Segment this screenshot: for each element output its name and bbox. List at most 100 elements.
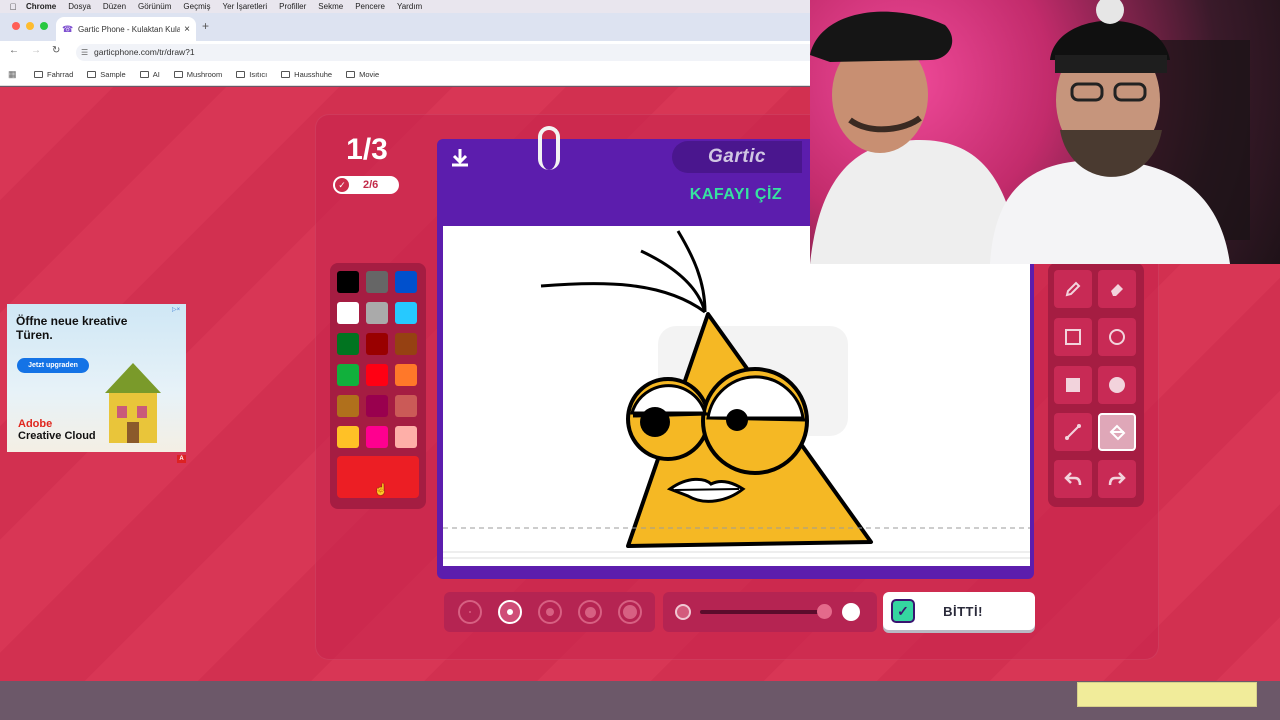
paint-bucket-icon bbox=[1109, 424, 1126, 441]
apple-icon[interactable]:  bbox=[0, 2, 26, 12]
ad-headline: Öffne neue kreative Türen. bbox=[16, 314, 128, 342]
fill-tool-button[interactable] bbox=[1098, 413, 1136, 451]
color-swatch[interactable] bbox=[337, 395, 359, 417]
new-tab-button[interactable]: + bbox=[202, 19, 209, 33]
bookmark-folder[interactable]: Hausshuhe bbox=[281, 70, 332, 79]
window-controls bbox=[12, 22, 48, 30]
apps-grid-icon[interactable]: ▦ bbox=[8, 69, 18, 80]
players-done-count: 2/6 bbox=[363, 179, 379, 191]
color-swatch[interactable] bbox=[337, 364, 359, 386]
menu-app-name[interactable]: Chrome bbox=[26, 2, 56, 11]
color-swatch[interactable] bbox=[366, 395, 388, 417]
pencil-tool-button[interactable] bbox=[1054, 270, 1092, 308]
players-done-badge: ✓ 2/6 bbox=[333, 176, 399, 194]
brush-size-option[interactable] bbox=[498, 600, 522, 624]
bookmark-label: Isıtıcı bbox=[249, 70, 268, 79]
opacity-slider-handle[interactable] bbox=[817, 604, 832, 619]
color-swatch[interactable] bbox=[395, 271, 417, 293]
color-swatch[interactable] bbox=[366, 426, 388, 448]
folder-icon bbox=[87, 71, 97, 78]
close-window-button[interactable] bbox=[12, 22, 20, 30]
menu-tab[interactable]: Sekme bbox=[318, 2, 343, 11]
bookmark-folder[interactable]: Sample bbox=[87, 70, 126, 79]
brush-size-option[interactable] bbox=[578, 600, 602, 624]
rectangle-outline-tool-button[interactable] bbox=[1054, 318, 1092, 356]
color-swatch[interactable] bbox=[395, 364, 417, 386]
redo-button[interactable] bbox=[1098, 460, 1136, 498]
line-icon bbox=[1065, 424, 1081, 440]
folder-icon bbox=[34, 71, 43, 78]
done-button[interactable]: ✓ BİTTİ! bbox=[883, 592, 1035, 630]
rectangle-filled-icon bbox=[1066, 378, 1080, 392]
done-button-label: BİTTİ! bbox=[943, 603, 983, 619]
opacity-min-icon bbox=[675, 604, 691, 620]
ad-badge: A bbox=[177, 455, 186, 463]
color-swatch[interactable] bbox=[366, 333, 388, 355]
circle-filled-icon bbox=[1109, 377, 1125, 393]
ad-brand: Adobe Creative Cloud bbox=[18, 418, 96, 442]
color-swatch[interactable] bbox=[366, 302, 388, 324]
menu-file[interactable]: Dosya bbox=[68, 2, 91, 11]
eraser-tool-button[interactable] bbox=[1098, 270, 1136, 308]
opacity-slider-track[interactable] bbox=[700, 610, 828, 614]
color-swatch[interactable] bbox=[337, 271, 359, 293]
gartic-logo: Gartic bbox=[672, 141, 802, 173]
advertisement[interactable]: ▷× Öffne neue kreative Türen. Jetzt upgr… bbox=[7, 304, 186, 452]
browser-tab-active[interactable]: ☎ Gartic Phone - Kulaktan Kula × bbox=[56, 17, 196, 41]
checkmark-icon: ✓ bbox=[335, 178, 349, 192]
color-swatch[interactable] bbox=[395, 395, 417, 417]
color-swatch[interactable] bbox=[395, 333, 417, 355]
gartic-favicon-icon: ☎ bbox=[62, 24, 74, 34]
menu-history[interactable]: Geçmiş bbox=[183, 2, 210, 11]
brush-size-option[interactable] bbox=[538, 600, 562, 624]
menu-bookmarks[interactable]: Yer İşaretleri bbox=[223, 2, 268, 11]
menu-help[interactable]: Yardım bbox=[397, 2, 422, 11]
site-info-icon[interactable]: ☰ bbox=[81, 44, 88, 61]
menu-window[interactable]: Pencere bbox=[355, 2, 385, 11]
ellipse-filled-tool-button[interactable] bbox=[1098, 366, 1136, 404]
color-swatch[interactable] bbox=[337, 426, 359, 448]
forward-icon[interactable]: → bbox=[31, 45, 41, 56]
bookmark-label: Movie bbox=[359, 70, 380, 79]
ellipse-outline-tool-button[interactable] bbox=[1098, 318, 1136, 356]
drawing-artwork bbox=[443, 230, 1030, 559]
circle-outline-icon bbox=[1109, 329, 1125, 345]
close-tab-icon[interactable]: × bbox=[184, 24, 190, 35]
zoom-window-button[interactable] bbox=[40, 22, 48, 30]
line-tool-button[interactable] bbox=[1054, 413, 1092, 451]
color-swatch[interactable] bbox=[366, 271, 388, 293]
back-icon[interactable]: ← bbox=[9, 45, 19, 56]
download-icon[interactable] bbox=[448, 146, 472, 170]
ad-info-icon[interactable]: ▷× bbox=[172, 306, 182, 314]
url-text: garticphone.com/tr/draw?1 bbox=[94, 47, 195, 57]
ad-cta-button[interactable]: Jetzt upgraden bbox=[17, 358, 89, 373]
color-swatch[interactable] bbox=[395, 426, 417, 448]
bookmark-folder[interactable]: Fahrrad bbox=[34, 70, 73, 79]
brush-size-option[interactable] bbox=[618, 600, 642, 624]
color-swatch[interactable] bbox=[366, 364, 388, 386]
folder-icon bbox=[236, 71, 246, 78]
folder-icon bbox=[139, 71, 149, 78]
bookmark-folder[interactable]: Mushroom bbox=[173, 70, 223, 79]
webcam-overlay bbox=[810, 0, 1280, 264]
color-swatch[interactable] bbox=[337, 302, 359, 324]
drawing-canvas[interactable] bbox=[443, 226, 1030, 566]
brush-size-option[interactable] bbox=[458, 600, 482, 624]
minimize-window-button[interactable] bbox=[26, 22, 34, 30]
menu-edit[interactable]: Düzen bbox=[103, 2, 126, 11]
reload-icon[interactable]: ↻ bbox=[52, 45, 60, 56]
round-counter: 1/3 bbox=[346, 133, 388, 166]
menu-view[interactable]: Görünüm bbox=[138, 2, 171, 11]
bookmark-folder[interactable]: AI bbox=[139, 70, 160, 79]
menu-profiles[interactable]: Profiller bbox=[279, 2, 306, 11]
color-swatch[interactable] bbox=[395, 302, 417, 324]
redo-icon bbox=[1108, 472, 1126, 486]
opacity-max-icon bbox=[842, 603, 860, 621]
bookmark-folder[interactable]: Movie bbox=[346, 70, 379, 79]
rectangle-filled-tool-button[interactable] bbox=[1054, 366, 1092, 404]
undo-button[interactable] bbox=[1054, 460, 1092, 498]
house-illustration bbox=[105, 363, 161, 443]
color-swatch[interactable] bbox=[337, 333, 359, 355]
bookmark-label: Mushroom bbox=[186, 70, 223, 79]
bookmark-folder[interactable]: Isıtıcı bbox=[236, 70, 267, 79]
